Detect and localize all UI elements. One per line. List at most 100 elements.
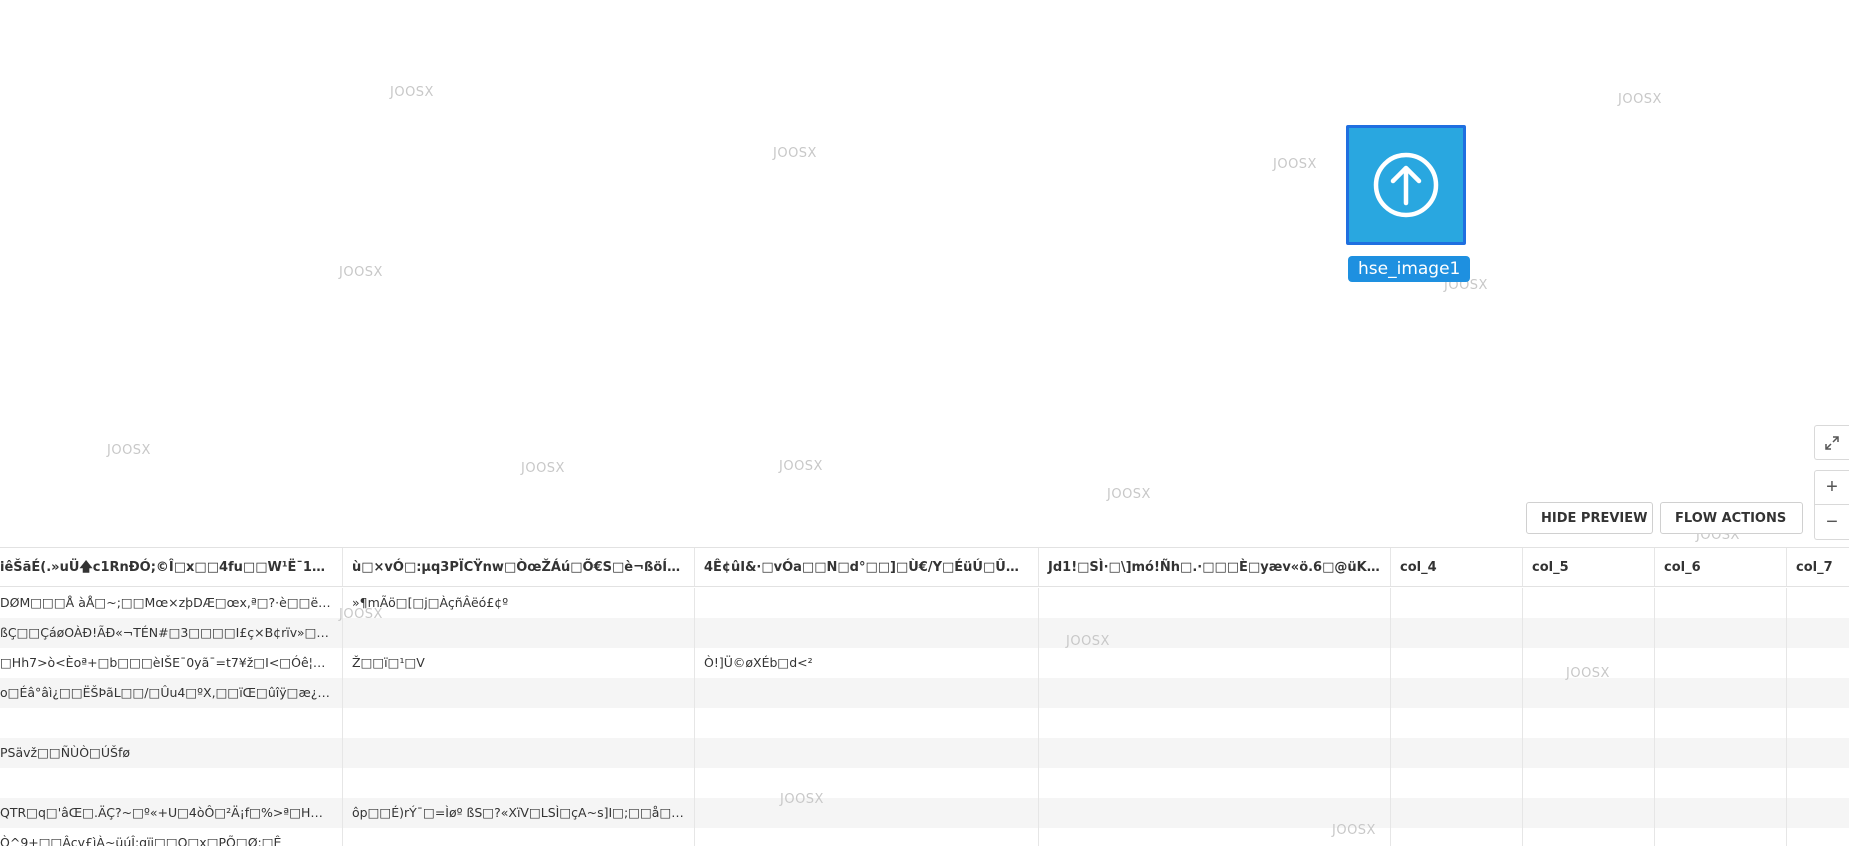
table-cell[interactable] xyxy=(1655,798,1787,828)
table-cell[interactable]: Ò!]Ü©øXÉb□d<² xyxy=(695,648,1039,678)
table-row: □Hh7>ò<Èoª+□b□□□èIŠE¯0yã¯=t7¥ž□I<□Óê¦□□Ë… xyxy=(0,648,1849,678)
fit-screen-button[interactable] xyxy=(1814,425,1849,460)
watermark: JOOSX xyxy=(779,459,823,474)
table-cell[interactable] xyxy=(1523,798,1655,828)
table-cell[interactable]: Ò^9+□□Âçv£ìÀ~üúÎ;qïj□□O□x□PÕ□Ø;□Ê xyxy=(0,828,343,846)
zoom-in-button[interactable]: + xyxy=(1814,470,1849,505)
column-header[interactable]: ù□×vÓ□:µq3PÏCŸnw□ÒœŽÁú□Õ€S□è¬ßöÍ□F□©Ò... xyxy=(343,548,695,586)
table-cell[interactable] xyxy=(1655,618,1787,648)
watermark: JOOSX xyxy=(390,85,434,100)
table-cell[interactable] xyxy=(1787,648,1849,678)
table-cell[interactable] xyxy=(695,618,1039,648)
table-cell[interactable]: o□Éâ°âì¿□□ËŠÞãL□□/□Ûu4□ºX,□□ïŒ□ûîÿ□æ¿õ.ê… xyxy=(0,678,343,708)
flow-actions-label: FLOW ACTIONS xyxy=(1675,510,1787,526)
table-cell[interactable] xyxy=(1391,678,1523,708)
table-row: o□Éâ°âì¿□□ËŠÞãL□□/□Ûu4□ºX,□□ïŒ□ûîÿ□æ¿õ.ê… xyxy=(0,678,1849,708)
table-cell[interactable] xyxy=(1039,768,1391,798)
table-cell[interactable] xyxy=(1391,618,1523,648)
table-cell[interactable] xyxy=(0,768,343,798)
table-cell[interactable] xyxy=(1039,648,1391,678)
expand-icon xyxy=(1825,435,1839,450)
table-cell[interactable] xyxy=(1391,768,1523,798)
table-cell[interactable] xyxy=(1787,618,1849,648)
upload-arrow-circle-icon xyxy=(1373,152,1439,218)
table-cell[interactable] xyxy=(1523,828,1655,846)
table-cell[interactable] xyxy=(1039,678,1391,708)
table-cell[interactable] xyxy=(1787,738,1849,768)
table-cell[interactable] xyxy=(1391,738,1523,768)
table-cell[interactable]: PSävž□□ÑÙÒ□ÚŠfø xyxy=(0,738,343,768)
hide-preview-button[interactable]: HIDE PREVIEW xyxy=(1526,502,1653,534)
table-cell[interactable] xyxy=(1787,768,1849,798)
table-cell[interactable] xyxy=(1655,648,1787,678)
table-cell[interactable]: DØM□□□Å àÅ□~;□□Mœ×zþDÆ□œx,ª□?·è□□ë°vðjÌ□… xyxy=(0,588,343,618)
table-cell[interactable] xyxy=(1787,828,1849,846)
table-cell[interactable] xyxy=(343,828,695,846)
table-cell[interactable] xyxy=(1039,618,1391,648)
table-cell[interactable]: Ž□□ï□¹□V xyxy=(343,648,695,678)
table-row xyxy=(0,708,1849,738)
table-cell[interactable] xyxy=(1391,648,1523,678)
table-cell[interactable]: □Hh7>ò<Èoª+□b□□□èIŠE¯0yã¯=t7¥ž□I<□Óê¦□□Ë… xyxy=(0,648,343,678)
table-cell[interactable] xyxy=(1039,588,1391,618)
table-cell[interactable] xyxy=(695,678,1039,708)
column-header[interactable]: iêŠãÉ(.»uÜ🡅c1RnÐÓ;©Î□x□□4fu□□W¹Ë¯1Ê£;aY.… xyxy=(0,548,343,586)
table-cell[interactable] xyxy=(343,768,695,798)
watermark: JOOSX xyxy=(1273,157,1317,172)
table-cell[interactable] xyxy=(343,708,695,738)
table-cell[interactable] xyxy=(695,588,1039,618)
column-header[interactable]: col_6 xyxy=(1655,548,1787,586)
watermark: JOOSX xyxy=(521,461,565,476)
table-cell[interactable] xyxy=(1655,708,1787,738)
table-cell[interactable] xyxy=(1391,798,1523,828)
table-cell[interactable] xyxy=(343,678,695,708)
table-cell[interactable] xyxy=(1039,828,1391,846)
table-cell[interactable] xyxy=(1039,798,1391,828)
column-header[interactable]: col_4 xyxy=(1391,548,1523,586)
table-cell[interactable] xyxy=(695,708,1039,738)
table-cell[interactable] xyxy=(695,798,1039,828)
column-header[interactable]: 4Ê¢ûI&·□vÓa□□N□d°□□]□Ù€/Y□ÉüÚ□Û□vužD xyxy=(695,548,1039,586)
table-cell[interactable] xyxy=(1391,588,1523,618)
table-cell[interactable] xyxy=(343,738,695,768)
table-cell[interactable]: ôp□□É)rÝ¯□=Ìøº ßS□?«XïV□LSÌ□çA~s]I□;□□å□… xyxy=(343,798,695,828)
table-cell[interactable] xyxy=(1787,678,1849,708)
table-cell[interactable] xyxy=(695,828,1039,846)
column-header[interactable]: col_7 xyxy=(1787,548,1849,586)
column-header[interactable]: Jd1!□SÌ·□\]mó!Ñh□.·□□□È□yæv«ö.6□@üK\ãÁ□□… xyxy=(1039,548,1391,586)
table-cell[interactable] xyxy=(1523,768,1655,798)
table-cell[interactable] xyxy=(1523,588,1655,618)
table-cell[interactable] xyxy=(1391,708,1523,738)
table-cell[interactable] xyxy=(695,738,1039,768)
table-cell[interactable] xyxy=(1523,648,1655,678)
table-cell[interactable] xyxy=(0,708,343,738)
table-cell[interactable] xyxy=(1039,738,1391,768)
table-row: QTR□q□'âŒ□.ÄÇ?~□º«+U□4òÔ□²Ä¡f□%>ª□H×/ĺ¢ê… xyxy=(0,798,1849,828)
table-cell[interactable] xyxy=(343,618,695,648)
table-cell[interactable] xyxy=(1523,618,1655,648)
node-label[interactable]: hse_image1 xyxy=(1348,256,1471,282)
table-cell[interactable] xyxy=(1523,738,1655,768)
flow-actions-button[interactable]: FLOW ACTIONS xyxy=(1660,502,1803,534)
table-cell[interactable] xyxy=(1655,768,1787,798)
table-cell[interactable]: »¶mÃö□[□j□ÀçñÂëó£¢º xyxy=(343,588,695,618)
table-cell[interactable] xyxy=(1655,828,1787,846)
table-cell[interactable] xyxy=(1523,678,1655,708)
table-cell[interactable] xyxy=(1523,708,1655,738)
zoom-out-button[interactable]: − xyxy=(1814,505,1849,540)
table-cell[interactable] xyxy=(1787,708,1849,738)
table-cell[interactable]: ßÇ□□ÇáøOÀÐ!ÃÐ«¬TÉN#□3□□□□I£ç×B¢rïv»□□0□Ú… xyxy=(0,618,343,648)
table-cell[interactable]: QTR□q□'âŒ□.ÄÇ?~□º«+U□4òÔ□²Ä¡f□%>ª□H×/ĺ¢ê… xyxy=(0,798,343,828)
dataset-node[interactable] xyxy=(1346,125,1466,245)
zoom-controls: + − xyxy=(1814,425,1849,540)
table-cell[interactable] xyxy=(1039,708,1391,738)
minus-icon: − xyxy=(1826,510,1838,533)
table-cell[interactable] xyxy=(1655,738,1787,768)
table-cell[interactable] xyxy=(695,768,1039,798)
table-cell[interactable] xyxy=(1655,678,1787,708)
table-cell[interactable] xyxy=(1655,588,1787,618)
table-cell[interactable] xyxy=(1391,828,1523,846)
table-cell[interactable] xyxy=(1787,798,1849,828)
table-cell[interactable] xyxy=(1787,588,1849,618)
column-header[interactable]: col_5 xyxy=(1523,548,1655,586)
